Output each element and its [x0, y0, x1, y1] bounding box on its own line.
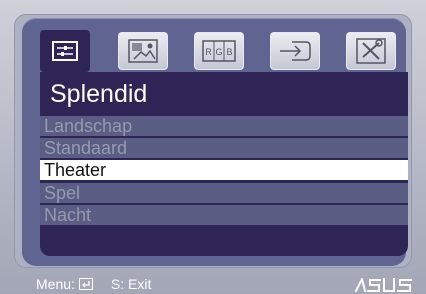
tab-system-setup[interactable]	[346, 32, 396, 70]
tab-image[interactable]	[118, 32, 168, 70]
rgb-letter-g: G	[215, 47, 222, 57]
menu-item-spel[interactable]: Spel	[40, 183, 408, 203]
menu-item-standaard[interactable]: Standaard	[40, 138, 408, 158]
rgb-icon: R G B	[202, 40, 236, 62]
input-arrow-icon	[280, 41, 311, 61]
footer-hints: Menu: S: Exit	[36, 276, 151, 292]
exit-hint-label: S: Exit	[110, 276, 152, 292]
splendid-sliders-icon	[52, 41, 78, 61]
menu-item-nacht[interactable]: Nacht	[40, 205, 408, 225]
tools-icon	[356, 38, 386, 64]
menu-hint-label: Menu:	[36, 276, 75, 292]
asus-logo	[354, 278, 412, 292]
menu-item-landschap[interactable]: Landschap	[40, 116, 408, 136]
rgb-letter-b: B	[226, 47, 232, 57]
tab-splendid[interactable]	[40, 30, 90, 72]
tab-color[interactable]: R G B	[194, 32, 244, 70]
enter-icon	[78, 278, 93, 290]
image-icon	[128, 39, 158, 63]
menu-title: Splendid	[50, 80, 148, 108]
rgb-letter-r: R	[205, 47, 212, 57]
tab-input-select[interactable]	[270, 32, 320, 70]
menu-item-theater[interactable]: Theater	[40, 160, 408, 180]
